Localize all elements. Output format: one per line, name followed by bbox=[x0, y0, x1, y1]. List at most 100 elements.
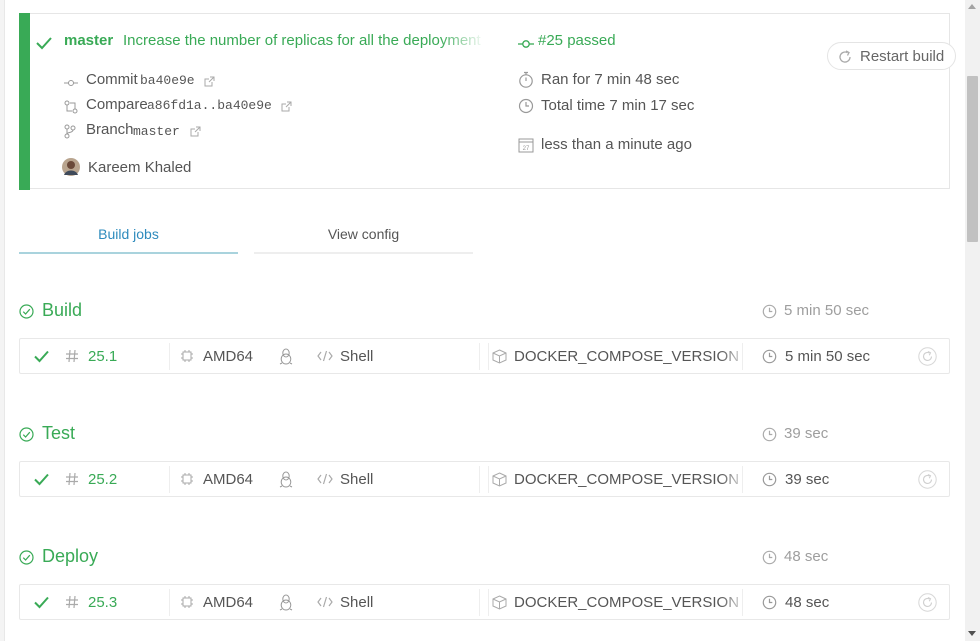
clock-icon bbox=[762, 462, 777, 496]
stage-passed-icon bbox=[19, 300, 34, 321]
stage-duration-text: 5 min 50 sec bbox=[784, 302, 870, 319]
code-icon bbox=[317, 339, 333, 373]
branch-name-link[interactable]: master bbox=[64, 32, 113, 49]
compare-icon bbox=[64, 98, 78, 116]
code-icon bbox=[317, 585, 333, 619]
commit-sha-link[interactable]: ba40e9e bbox=[140, 73, 195, 88]
compare-range-link[interactable]: a86fd1a..ba40e9e bbox=[147, 98, 272, 113]
hash-icon bbox=[65, 462, 79, 496]
cell-divider bbox=[479, 343, 480, 370]
cell-divider bbox=[742, 589, 743, 616]
job-row[interactable]: 25.2 AMD64 Shell DOCKER_COMPOSE_VERSION=… bbox=[19, 461, 950, 497]
clock-icon bbox=[762, 302, 777, 319]
stage-build-title: Build bbox=[19, 300, 82, 321]
hash-icon bbox=[65, 339, 79, 373]
branch-icon bbox=[64, 123, 76, 141]
left-edge-divider bbox=[4, 0, 5, 641]
cell-divider bbox=[488, 466, 489, 493]
stage-build-duration: 5 min 50 sec bbox=[762, 302, 869, 319]
job-language: Shell bbox=[340, 347, 374, 365]
commit-message[interactable]: Increase the number of replicas for all … bbox=[123, 32, 483, 49]
job-passed-check-icon bbox=[34, 339, 49, 373]
cell-divider bbox=[169, 343, 170, 370]
message-fade bbox=[439, 30, 485, 52]
branch-label: Branch bbox=[86, 121, 134, 138]
restart-job-icon[interactable] bbox=[918, 585, 937, 619]
stage-duration-text: 39 sec bbox=[784, 425, 829, 442]
cell-divider bbox=[488, 343, 489, 370]
clock-icon bbox=[762, 548, 777, 565]
compare-label: Compare bbox=[86, 96, 148, 113]
commit-external-link-icon[interactable] bbox=[204, 73, 215, 91]
avatar bbox=[62, 158, 80, 176]
cell-divider bbox=[479, 466, 480, 493]
cell-divider bbox=[742, 343, 743, 370]
stage-passed-icon bbox=[19, 423, 34, 444]
package-icon bbox=[492, 339, 507, 373]
package-icon bbox=[492, 585, 507, 619]
stage-test-duration: 39 sec bbox=[762, 425, 828, 442]
cell-divider bbox=[488, 589, 489, 616]
build-status-link[interactable]: #25 passed bbox=[538, 32, 616, 49]
job-number-link[interactable]: 25.3 bbox=[88, 585, 117, 619]
env-fade bbox=[720, 464, 748, 494]
job-duration: 39 sec bbox=[785, 470, 830, 488]
cell-divider bbox=[742, 466, 743, 493]
clock-icon bbox=[762, 425, 777, 442]
stage-deploy-duration: 48 sec bbox=[762, 548, 828, 565]
restart-job-icon[interactable] bbox=[918, 462, 937, 496]
job-row[interactable]: 25.3 AMD64 Shell DOCKER_COMPOSE_VERSION=… bbox=[19, 584, 950, 620]
restart-job-icon[interactable] bbox=[918, 339, 937, 373]
clock-icon bbox=[762, 339, 777, 373]
cell-divider bbox=[479, 589, 480, 616]
passed-check-icon bbox=[36, 34, 52, 52]
scroll-down-arrow-icon[interactable] bbox=[968, 631, 976, 636]
job-row[interactable]: 25.1 AMD64 Shell DOCKER_COMPOSE_VERSION=… bbox=[19, 338, 950, 374]
job-arch: AMD64 bbox=[203, 470, 254, 488]
job-passed-check-icon bbox=[34, 585, 49, 619]
hash-icon bbox=[65, 585, 79, 619]
stopwatch-icon bbox=[518, 71, 534, 89]
commit-node-icon bbox=[518, 35, 534, 53]
stage-name: Deploy bbox=[42, 546, 99, 566]
tab-view-config[interactable]: View config bbox=[254, 226, 473, 254]
job-number-link[interactable]: 25.2 bbox=[88, 462, 117, 496]
stage-name: Build bbox=[42, 300, 83, 320]
code-icon bbox=[317, 462, 333, 496]
clock-icon bbox=[762, 585, 777, 619]
scrollbar-thumb[interactable] bbox=[967, 76, 978, 242]
job-env-var: DOCKER_COMPOSE_VERSION=1.23. bbox=[514, 593, 739, 611]
cell-divider bbox=[169, 589, 170, 616]
stage-passed-icon bbox=[19, 546, 34, 567]
branch-value-link[interactable]: master bbox=[133, 124, 180, 139]
job-arch: AMD64 bbox=[203, 347, 254, 365]
clock-icon bbox=[518, 97, 534, 115]
stage-name: Test bbox=[42, 423, 76, 443]
stage-deploy-title: Deploy bbox=[19, 546, 98, 567]
job-env-var: DOCKER_COMPOSE_VERSION=1.23. bbox=[514, 470, 739, 488]
scroll-up-arrow-icon[interactable] bbox=[968, 4, 976, 9]
restart-build-label: Restart build bbox=[860, 47, 945, 65]
job-duration: 5 min 50 sec bbox=[785, 347, 871, 365]
stage-duration-text: 48 sec bbox=[784, 548, 829, 565]
total-time: Total time 7 min 17 sec bbox=[541, 97, 695, 114]
finished-time: less than a minute ago bbox=[541, 136, 692, 153]
build-summary-card: master Increase the number of replicas f… bbox=[19, 13, 956, 190]
package-icon bbox=[492, 462, 507, 496]
author-name: Kareem Khaled bbox=[88, 159, 192, 176]
tab-build-jobs[interactable]: Build jobs bbox=[19, 226, 238, 254]
restart-build-button[interactable]: Restart build bbox=[827, 42, 956, 70]
restart-icon bbox=[838, 48, 852, 65]
ran-for-duration: Ran for 7 min 48 sec bbox=[541, 71, 680, 88]
job-language: Shell bbox=[340, 593, 374, 611]
branch-external-link-icon[interactable] bbox=[190, 123, 201, 141]
job-duration: 48 sec bbox=[785, 593, 830, 611]
job-language: Shell bbox=[340, 470, 374, 488]
cpu-icon bbox=[180, 462, 194, 496]
cpu-icon bbox=[180, 339, 194, 373]
stage-test-title: Test bbox=[19, 423, 75, 444]
job-number-link[interactable]: 25.1 bbox=[88, 339, 117, 373]
calendar-day: 27 bbox=[523, 146, 530, 152]
compare-external-link-icon[interactable] bbox=[281, 98, 292, 116]
linux-os-icon bbox=[279, 462, 293, 496]
